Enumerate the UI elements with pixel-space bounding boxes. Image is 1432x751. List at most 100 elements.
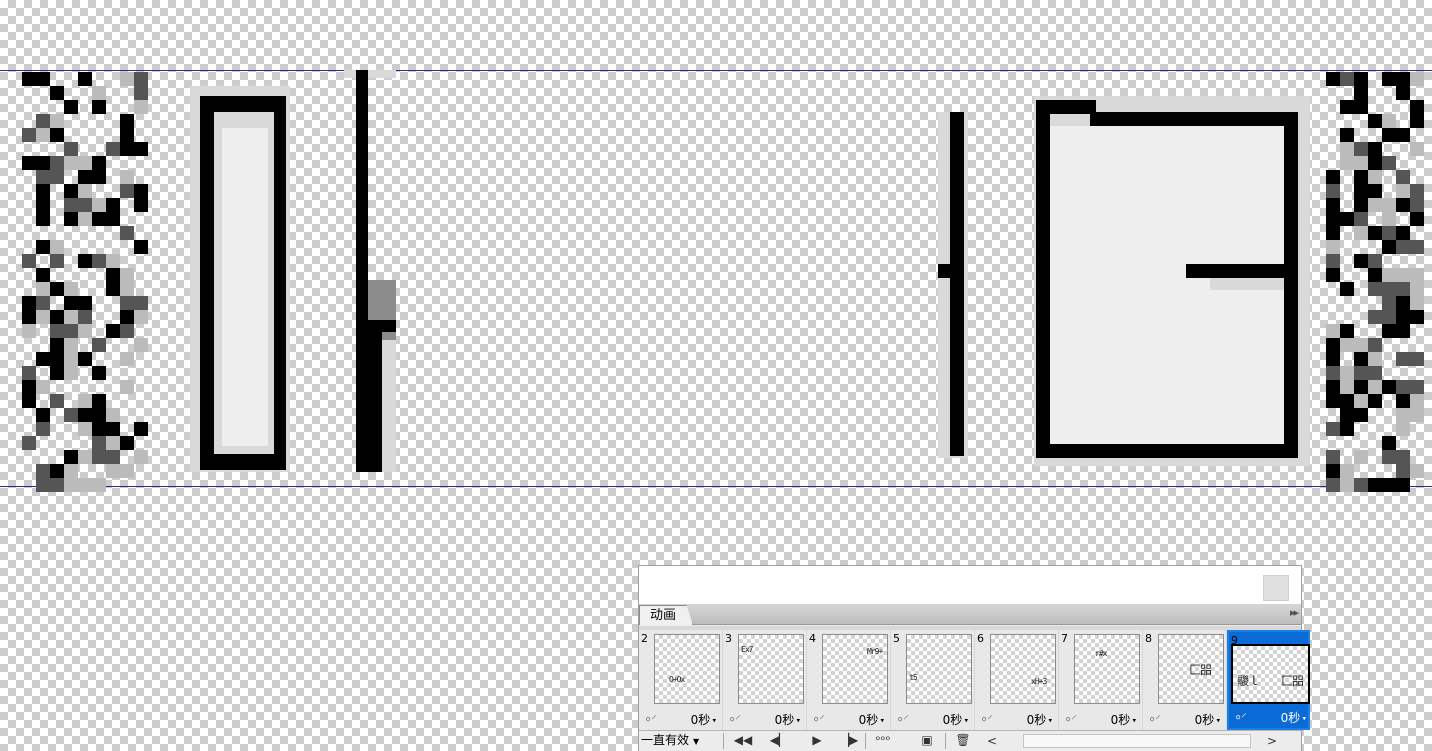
noise-pixel: [1410, 184, 1424, 198]
frame-delay-select[interactable]: 0秒 ▾: [1111, 710, 1136, 731]
first-frame-icon[interactable]: ◀◀: [731, 732, 755, 749]
animation-frame[interactable]: 8 匚㗊 ⸰⸍ 0秒 ▾: [1143, 630, 1226, 730]
noise-pixel: [120, 114, 134, 128]
glyph-rectangle: [190, 86, 290, 472]
chevron-down-icon: ▾: [710, 716, 716, 725]
noise-pixel: [78, 352, 92, 366]
disposal-method-icon[interactable]: ⸰⸍: [1149, 710, 1161, 730]
chevron-down-icon: ▾: [878, 716, 884, 725]
noise-pixel: [1396, 296, 1410, 310]
animation-frame[interactable]: 2 O+Ox ⸰⸍ 0秒 ▾: [639, 630, 722, 730]
frame-delay-select[interactable]: 0秒 ▾: [943, 710, 968, 731]
frame-thumbnail-content: Ex7: [741, 645, 753, 654]
disposal-method-icon[interactable]: ⸰⸍: [897, 710, 909, 730]
disposal-method-icon[interactable]: ⸰⸍: [981, 710, 993, 730]
noise-pixel: [50, 394, 64, 408]
noise-pixel: [1326, 338, 1340, 352]
noise-pixel: [36, 422, 50, 436]
frame-delay-select[interactable]: 0秒 ▾: [1195, 710, 1220, 731]
scroll-left-arrow[interactable]: <: [987, 733, 997, 750]
play-icon[interactable]: ▶: [805, 732, 829, 749]
noise-pixel: [1382, 72, 1396, 86]
frame-thumbnail-content: 匚㗊: [1189, 663, 1212, 677]
noise-pixel: [1354, 142, 1368, 156]
noise-pixel: [1368, 198, 1382, 212]
chevron-down-icon: ▾: [1130, 716, 1136, 725]
frame-delay-select[interactable]: 0秒 ▾: [1281, 708, 1306, 729]
noise-pixel: [22, 366, 36, 380]
noise-pixel: [1368, 338, 1382, 352]
disposal-method-icon[interactable]: ⸰⸍: [1065, 710, 1077, 730]
noise-pixel: [1354, 86, 1368, 100]
loop-select[interactable]: 一直有效 ▼: [641, 732, 703, 749]
frame-thumbnail: O+Ox: [654, 634, 720, 704]
noise-pixel: [1410, 352, 1424, 366]
noise-pixel: [1396, 394, 1410, 408]
noise-pixel: [22, 72, 36, 86]
frame-thumbnail: r#x: [1074, 634, 1140, 704]
animation-frame[interactable]: 7 r#x ⸰⸍ 0秒 ▾: [1059, 630, 1142, 730]
noise-pixel: [106, 436, 120, 450]
noise-pixel: [1396, 380, 1410, 394]
double-chevron-right-icon[interactable]: ▸▸: [1290, 606, 1299, 619]
noise-pixel: [134, 422, 148, 436]
noise-pixel: [36, 128, 50, 142]
noise-pixel: [1340, 366, 1354, 380]
animation-frame[interactable]: 4 Mr9+ ⸰⸍ 0秒 ▾: [807, 630, 890, 730]
noise-pixel: [78, 310, 92, 324]
frame-thumbnail-content: 鬷ｌ 匚㗊: [1237, 674, 1304, 688]
noise-pixel: [64, 212, 78, 226]
panel-collapse-button[interactable]: [1263, 575, 1289, 601]
frame-delay-label: 0秒: [1280, 711, 1301, 725]
frame-delay-label: 0秒: [942, 713, 963, 727]
noise-pixel: [36, 408, 50, 422]
frame-delay-select[interactable]: 0秒 ▾: [1027, 710, 1052, 731]
noise-pixel: [1354, 212, 1368, 226]
frame-thumbnail: Ex7: [738, 634, 804, 704]
animation-frame[interactable]: 5 t5 ⸰⸍ 0秒 ▾: [891, 630, 974, 730]
noise-pixel: [1410, 380, 1424, 394]
next-frame-icon[interactable]: ▕▶: [837, 732, 861, 749]
animation-frame[interactable]: 6 xH+3 ⸰⸍ 0秒 ▾: [975, 630, 1058, 730]
noise-pixel: [1396, 226, 1410, 240]
disposal-method-icon[interactable]: ⸰⸍: [1235, 708, 1247, 728]
noise-pixel: [1382, 478, 1396, 492]
noise-pixel: [1326, 324, 1340, 338]
scroll-thumb[interactable]: [1023, 734, 1251, 748]
noise-pixel: [1326, 212, 1340, 226]
noise-pixel: [64, 478, 78, 492]
noise-pixel: [36, 114, 50, 128]
disposal-method-icon[interactable]: ⸰⸍: [813, 710, 825, 730]
guide-line-bottom: [0, 486, 1432, 487]
noise-pixel: [50, 156, 64, 170]
animation-frame[interactable]: 3 Ex7 ⸰⸍ 0秒 ▾: [723, 630, 806, 730]
noise-pixel: [1354, 184, 1368, 198]
noise-pixel: [36, 352, 50, 366]
frame-delay-select[interactable]: 0秒 ▾: [859, 710, 884, 731]
noise-pixel: [36, 156, 50, 170]
noise-pixel: [1340, 282, 1354, 296]
tween-icon[interactable]: ᵒᵒᵒ: [871, 732, 895, 749]
disposal-method-icon[interactable]: ⸰⸍: [645, 710, 657, 730]
delete-frame-icon[interactable]: 🗑: [951, 732, 975, 749]
frame-delay-select[interactable]: 0秒 ▾: [775, 710, 800, 731]
disposal-method-icon[interactable]: ⸰⸍: [729, 710, 741, 730]
duplicate-frame-icon[interactable]: ▣: [915, 732, 939, 749]
noise-pixel: [106, 268, 120, 282]
noise-pixel: [120, 142, 134, 156]
noise-pixel: [1382, 198, 1396, 212]
noise-pixel: [64, 324, 78, 338]
noise-pixel: [1382, 226, 1396, 240]
noise-pixel: [64, 142, 78, 156]
frame-scrollbar[interactable]: < >: [983, 732, 1279, 749]
noise-pixel: [78, 450, 92, 464]
animation-frame[interactable]: 9 鬷ｌ 匚㗊 ⸰⸍ 0秒 ▾: [1227, 630, 1310, 730]
tab-animation[interactable]: 动画: [639, 605, 694, 625]
noise-pixel: [120, 324, 134, 338]
noise-pixel: [120, 282, 134, 296]
scroll-right-arrow[interactable]: >: [1267, 733, 1277, 750]
noise-pixel: [1326, 352, 1340, 366]
frame-delay-select[interactable]: 0秒 ▾: [691, 710, 716, 731]
noise-pixel: [1368, 254, 1382, 268]
previous-frame-icon[interactable]: ◀▏: [767, 732, 791, 749]
